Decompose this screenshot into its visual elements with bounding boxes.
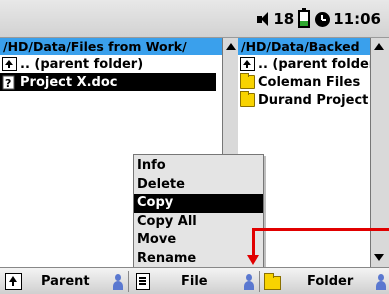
screen: 18 11:06 /HD/Data/Files from Work/ .. (p… (0, 0, 389, 294)
parent-button[interactable]: Parent (5, 268, 90, 294)
menu-item-info[interactable]: Info (134, 157, 263, 176)
left-parent-folder-item[interactable]: .. (parent folder) (0, 55, 222, 73)
annotation-arrow-line (252, 228, 389, 231)
scroll-up-arrow-icon[interactable] (226, 43, 236, 50)
clock-time: 11:06 (333, 10, 381, 28)
bottom-toolbar: Parent File Folder (0, 267, 389, 294)
right-path-bar: /HD/Data/Backed (238, 38, 370, 55)
menu-item-move[interactable]: Move (134, 231, 263, 250)
parent-folder-icon (240, 57, 255, 71)
toolbar-divider (128, 271, 129, 292)
parent-button-label: Parent (41, 274, 90, 289)
right-item-label: .. (parent folder (258, 56, 370, 72)
menu-item-copy[interactable]: Copy (134, 194, 263, 213)
toolbar-divider (259, 271, 260, 292)
annotation-arrowhead-icon (247, 255, 259, 265)
annotation-arrow-line (252, 228, 255, 257)
speaker-icon (257, 11, 270, 27)
context-menu[interactable]: Info Delete Copy Copy All Move Rename (133, 154, 264, 268)
clock-icon (315, 11, 331, 27)
right-parent-folder-item[interactable]: .. (parent folder (238, 55, 370, 73)
file-button-label: File (181, 274, 208, 289)
volume-level: 18 (273, 10, 295, 28)
svg-text:?: ? (5, 77, 11, 90)
left-path-bar: /HD/Data/Files from Work/ (0, 38, 222, 55)
menu-item-delete[interactable]: Delete (134, 176, 263, 195)
folder-icon (264, 273, 281, 290)
file-icon (136, 273, 150, 290)
menu-item-copy-all[interactable]: Copy All (134, 213, 263, 232)
parent-folder-icon (5, 273, 22, 290)
right-scrollbar[interactable] (370, 38, 389, 267)
scroll-up-arrow-icon[interactable] (374, 43, 384, 50)
person-icon (376, 274, 386, 290)
right-item-label: Durand Project (258, 92, 369, 108)
parent-folder-icon (2, 57, 17, 71)
status-bar: 18 11:06 (0, 0, 389, 38)
file-button[interactable]: File (136, 268, 208, 294)
person-icon (244, 274, 254, 290)
folder-button-label: Folder (307, 274, 354, 289)
right-folder-item-coleman[interactable]: Coleman Files (238, 73, 370, 91)
right-folder-item-durand[interactable]: Durand Project (238, 91, 370, 109)
folder-button[interactable]: Folder (264, 268, 353, 294)
left-file-item-project-x[interactable]: ? Project X.doc (0, 73, 216, 91)
left-item-label: Project X.doc (20, 74, 118, 90)
battery-icon (298, 8, 311, 28)
left-item-label: .. (parent folder) (20, 56, 144, 72)
scroll-down-arrow-icon[interactable] (374, 254, 384, 261)
right-item-label: Coleman Files (258, 74, 361, 90)
folder-icon (240, 73, 255, 89)
folder-icon (240, 91, 255, 107)
unknown-file-icon: ? (2, 75, 17, 90)
person-icon (113, 274, 123, 290)
status-indicators: 18 11:06 (257, 8, 381, 30)
menu-item-rename[interactable]: Rename (134, 250, 263, 269)
